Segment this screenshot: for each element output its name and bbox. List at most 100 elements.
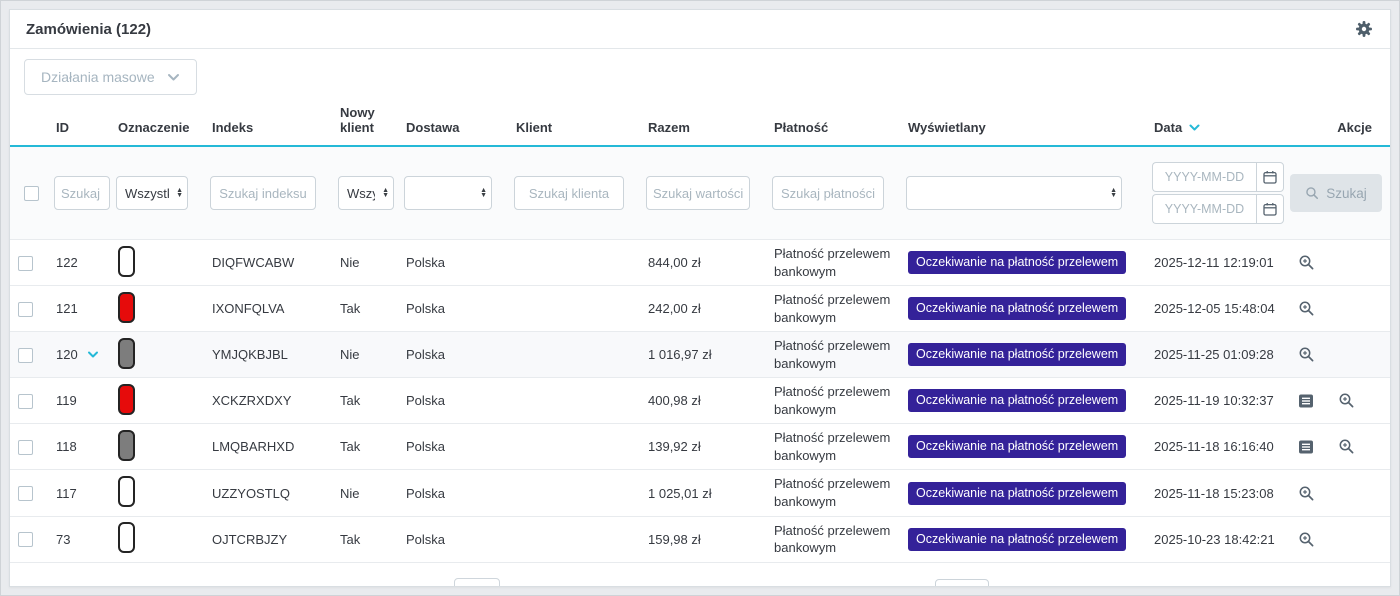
page-background: Zamówienia (122) Działania masowe ID Ozn… bbox=[0, 0, 1400, 596]
customer bbox=[508, 469, 640, 517]
details-icon[interactable] bbox=[1298, 393, 1314, 409]
zoom-in-icon[interactable] bbox=[1298, 254, 1315, 271]
row-actions bbox=[1292, 346, 1382, 363]
search-button[interactable]: Szukaj bbox=[1290, 174, 1382, 212]
payment-method: Płatność przelewem bankowym bbox=[766, 469, 900, 517]
payment-method: Płatność przelewem bankowym bbox=[766, 331, 900, 378]
column-header-oznaczenie[interactable]: Oznaczenie bbox=[110, 99, 204, 147]
row-checkbox[interactable] bbox=[18, 347, 33, 363]
order-date: 2025-10-23 18:42:21 bbox=[1146, 515, 1284, 563]
delivery: Polska bbox=[398, 377, 508, 424]
row-checkbox[interactable] bbox=[18, 301, 33, 317]
order-date: 2025-11-19 10:32:37 bbox=[1146, 377, 1284, 424]
details-icon[interactable] bbox=[1298, 439, 1314, 455]
page-number-input[interactable] bbox=[453, 577, 500, 586]
platnosc-filter-input[interactable] bbox=[772, 176, 884, 210]
id-filter-input[interactable] bbox=[54, 176, 110, 210]
column-header-data-label: Data bbox=[1154, 120, 1183, 135]
order-id: 117 bbox=[56, 485, 77, 501]
color-mark bbox=[118, 429, 135, 461]
zoom-in-icon[interactable] bbox=[1298, 346, 1315, 363]
pagination: 1 3 Widoczne 1-50 z 122 (strona 1 / 3) P… bbox=[10, 563, 1390, 586]
indeks-filter-input[interactable] bbox=[210, 176, 316, 210]
date-from-input[interactable] bbox=[1152, 162, 1256, 192]
column-header-platnosc[interactable]: Płatność bbox=[766, 99, 900, 147]
table-row: 119 XCKZRXDXY Tak Polska 400,98 zł Płatność p… bbox=[10, 377, 1390, 424]
payment-method: Płatność przelewem bankowym bbox=[766, 285, 900, 332]
order-index: UZZYOSTLQ bbox=[204, 469, 332, 517]
new-customer: Tak bbox=[332, 515, 398, 563]
row-checkbox[interactable] bbox=[18, 393, 33, 409]
customer bbox=[508, 377, 640, 424]
panel-header: Zamówienia (122) bbox=[10, 10, 1390, 49]
row-actions bbox=[1292, 531, 1382, 548]
calendar-icon[interactable] bbox=[1256, 194, 1284, 224]
status-badge: Oczekiwanie na płatność przelewem bbox=[908, 251, 1127, 275]
status-badge: Oczekiwanie na płatność przelewem bbox=[908, 297, 1127, 321]
dostawa-filter-select[interactable] bbox=[404, 176, 492, 210]
search-icon bbox=[1305, 186, 1319, 200]
klient-filter-input[interactable] bbox=[514, 176, 624, 210]
order-index: YMJQKBJBL bbox=[204, 331, 332, 378]
page-title: Zamówienia (122) bbox=[26, 20, 152, 38]
color-mark bbox=[118, 383, 135, 415]
column-header-wyswietlany[interactable]: Wyświetlany bbox=[900, 99, 1146, 147]
select-all-checkbox[interactable] bbox=[24, 186, 39, 202]
chevron-down-icon[interactable] bbox=[87, 351, 99, 359]
order-index: IXONFQLVA bbox=[204, 285, 332, 332]
gear-icon[interactable] bbox=[1354, 19, 1374, 39]
column-header-akcje: Akcje bbox=[1284, 99, 1390, 147]
column-header-indeks[interactable]: Indeks bbox=[204, 99, 332, 147]
row-checkbox[interactable] bbox=[18, 532, 33, 548]
total: 242,00 zł bbox=[640, 285, 766, 332]
column-header-nowy-klient[interactable]: Nowy klient bbox=[332, 99, 398, 147]
wyswietlany-filter-select[interactable] bbox=[906, 176, 1122, 210]
row-actions bbox=[1292, 254, 1382, 271]
table-row: 118 LMQBARHXD Tak Polska 139,92 zł Płatność p… bbox=[10, 423, 1390, 470]
order-id: 120 bbox=[56, 347, 78, 363]
new-customer: Tak bbox=[332, 423, 398, 470]
customer bbox=[508, 515, 640, 563]
oznaczenie-filter-select[interactable]: Wszystko bbox=[116, 176, 188, 210]
total: 400,98 zł bbox=[640, 377, 766, 424]
zoom-in-icon[interactable] bbox=[1338, 438, 1355, 455]
zoom-in-icon[interactable] bbox=[1298, 300, 1315, 317]
status-badge: Oczekiwanie na płatność przelewem bbox=[908, 389, 1127, 413]
date-from-group bbox=[1152, 162, 1284, 192]
orders-panel: Zamówienia (122) Działania masowe ID Ozn… bbox=[9, 9, 1391, 587]
header-checkbox-spacer bbox=[10, 99, 48, 147]
bulk-actions-button[interactable]: Działania masowe bbox=[24, 59, 197, 95]
new-customer: Tak bbox=[332, 377, 398, 424]
toolbar: Działania masowe bbox=[10, 49, 1390, 99]
new-customer: Nie bbox=[340, 255, 360, 271]
order-date: 2025-11-18 15:23:08 bbox=[1146, 469, 1284, 517]
row-checkbox[interactable] bbox=[18, 486, 33, 502]
column-header-id[interactable]: ID bbox=[48, 99, 110, 147]
column-header-dostawa[interactable]: Dostawa bbox=[398, 99, 508, 147]
per-page-select[interactable]: 50 bbox=[934, 578, 989, 586]
payment-method: Płatność przelewem bankowym bbox=[766, 377, 900, 424]
sort-desc-icon[interactable] bbox=[1189, 124, 1200, 132]
column-header-data[interactable]: Data bbox=[1146, 99, 1284, 147]
razem-filter-input[interactable] bbox=[646, 176, 750, 210]
calendar-icon[interactable] bbox=[1256, 162, 1284, 192]
customer bbox=[508, 423, 640, 470]
zoom-in-icon[interactable] bbox=[1338, 392, 1355, 409]
date-to-input[interactable] bbox=[1152, 194, 1256, 224]
delivery: Polska bbox=[406, 255, 446, 271]
row-checkbox[interactable] bbox=[18, 439, 33, 455]
zoom-in-icon[interactable] bbox=[1298, 485, 1315, 502]
total: 1 025,01 zł bbox=[640, 469, 766, 517]
payment-method: Płatność przelewem bankowym bbox=[766, 423, 900, 470]
delivery: Polska bbox=[398, 515, 508, 563]
bulk-actions-label: Działania masowe bbox=[41, 69, 155, 85]
color-mark bbox=[118, 337, 135, 369]
nowy-klient-filter-select[interactable]: Wszystko bbox=[338, 176, 394, 210]
column-header-klient[interactable]: Klient bbox=[508, 99, 640, 147]
zoom-in-icon[interactable] bbox=[1298, 531, 1315, 548]
date-to-group bbox=[1152, 194, 1284, 224]
order-id: 119 bbox=[56, 393, 77, 409]
column-header-razem[interactable]: Razem bbox=[640, 99, 766, 147]
row-checkbox[interactable] bbox=[18, 255, 33, 271]
status-badge: Oczekiwanie na płatność przelewem bbox=[908, 435, 1127, 459]
